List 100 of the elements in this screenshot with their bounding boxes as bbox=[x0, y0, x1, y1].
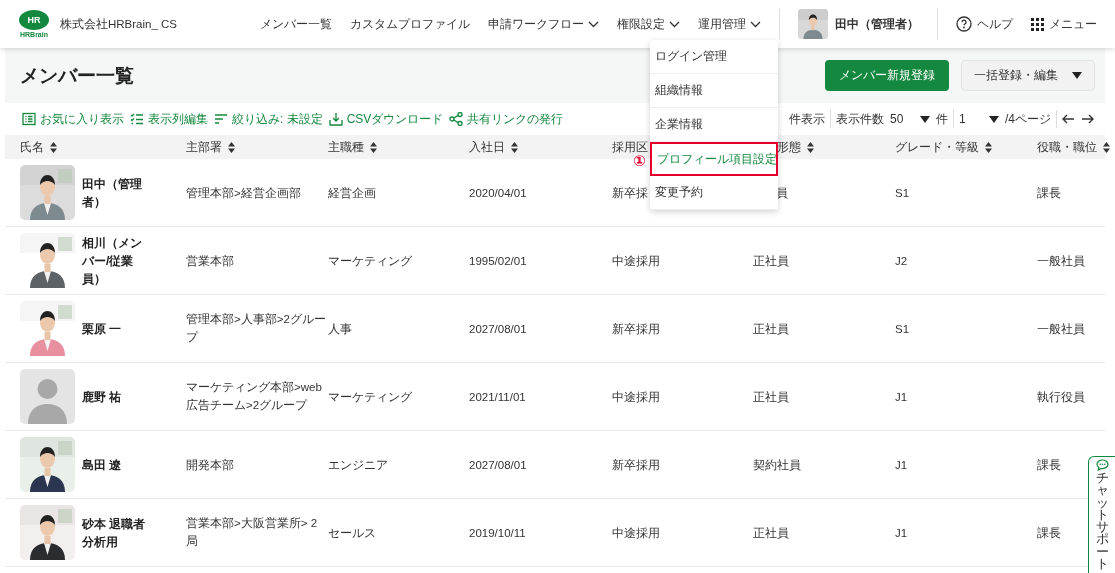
caret-icon bbox=[920, 115, 930, 123]
unit-label: 件 bbox=[935, 110, 949, 128]
menu-item[interactable]: 組織情報 bbox=[650, 74, 778, 108]
table-cell-text: 正社員 bbox=[753, 389, 790, 405]
company-name: 株式会社HRBrain_ CS bbox=[60, 16, 178, 32]
sort-icon[interactable] bbox=[985, 141, 992, 153]
table-cell-text: J1 bbox=[895, 389, 909, 405]
share-icon bbox=[449, 112, 464, 126]
table-cell-text: 人事 bbox=[328, 321, 353, 337]
table-cell-text: 正社員 bbox=[753, 525, 790, 541]
table-cell-text: 中途採用 bbox=[612, 253, 661, 269]
table-cell-text: 開発本部 bbox=[186, 457, 235, 473]
column-header[interactable]: 主職種 bbox=[328, 138, 364, 156]
member-name[interactable]: 相川（メンバー/従業員） bbox=[82, 233, 146, 288]
member-name[interactable]: 鹿野 祐 bbox=[82, 387, 146, 406]
table-cell-text: 一般社員 bbox=[1037, 321, 1086, 337]
table-cell-text: 正社員 bbox=[753, 321, 790, 337]
page-size-label: 表示件数 bbox=[835, 110, 885, 128]
sort-icon[interactable] bbox=[511, 141, 518, 153]
nav-link[interactable]: 権限設定 bbox=[617, 15, 680, 33]
menu-item[interactable]: ログイン管理 bbox=[650, 40, 778, 74]
table-cell-text: エンジニア bbox=[328, 457, 389, 473]
list-icon bbox=[22, 112, 36, 126]
chat-icon bbox=[1095, 459, 1109, 471]
caret-icon bbox=[989, 115, 999, 123]
table-cell-text: J2 bbox=[895, 253, 909, 269]
table-cell-text: 執行役員 bbox=[1037, 389, 1086, 405]
table-cell-text: 経営企画 bbox=[328, 185, 377, 201]
table-cell-text: 営業本部>大阪営業所> 2局 bbox=[186, 516, 319, 549]
grid-menu-icon bbox=[1031, 17, 1044, 31]
column-header[interactable]: 入社日 bbox=[469, 138, 505, 156]
menu-link[interactable]: メニュー bbox=[1031, 15, 1097, 33]
table-cell-text: 契約社員 bbox=[753, 457, 802, 473]
menu-item[interactable]: プロフィール項目設定 bbox=[650, 142, 778, 176]
table-cell-text: 課長 bbox=[1037, 457, 1062, 473]
table-cell-text: 中途採用 bbox=[612, 525, 661, 541]
page-title: メンバー一覧 bbox=[20, 63, 134, 88]
table-cell-text: マーケティング bbox=[328, 253, 413, 269]
caret-icon bbox=[1072, 72, 1082, 79]
table-cell-text: 営業本部 bbox=[186, 253, 235, 269]
nav-link[interactable]: メンバー一覧 bbox=[260, 15, 332, 33]
column-header[interactable]: 氏名 bbox=[20, 138, 44, 156]
table-cell-text: 中途採用 bbox=[612, 389, 661, 405]
table-cell-text: マーケティング本部>web広告チーム>2グループ bbox=[186, 380, 323, 413]
table-cell-text: 課長 bbox=[1037, 525, 1062, 541]
filter-icon bbox=[214, 112, 228, 126]
table-cell-text: J1 bbox=[895, 525, 909, 541]
chat-support-tab[interactable]: チャットサポート bbox=[1088, 456, 1115, 573]
page-size-select[interactable]: 50 bbox=[887, 112, 933, 126]
table-cell-text: 2027/08/01 bbox=[469, 457, 528, 473]
table-cell-text: 管理本部>人事部>2グループ bbox=[186, 312, 327, 345]
member-name[interactable]: 島田 遼 bbox=[82, 455, 146, 474]
user-name[interactable]: 田中（管理者） bbox=[835, 15, 919, 33]
toolbar-link[interactable]: CSVダウンロード bbox=[328, 110, 444, 128]
person-placeholder-icon bbox=[20, 369, 75, 424]
help-icon bbox=[956, 16, 972, 32]
sort-icon[interactable] bbox=[370, 141, 377, 153]
table-cell-text: セールス bbox=[328, 525, 377, 541]
page-count: /4ページ bbox=[1004, 110, 1052, 128]
toolbar-link[interactable]: お気に入り表示 bbox=[22, 110, 124, 128]
member-name[interactable]: 砂本 退職者分析用 bbox=[82, 514, 146, 551]
sort-icon[interactable] bbox=[807, 141, 814, 153]
table-cell-text: 員 bbox=[775, 185, 789, 201]
toolbar-link[interactable]: 絞り込み: 未設定 bbox=[214, 110, 323, 128]
table-cell-text: 一般社員 bbox=[1037, 253, 1086, 269]
menu-item[interactable]: 企業情報 bbox=[650, 108, 778, 142]
sort-icon[interactable] bbox=[228, 141, 235, 153]
checklist-icon bbox=[130, 112, 144, 126]
toolbar-link[interactable]: 共有リンクの発行 bbox=[449, 110, 564, 128]
table-cell-text: 新卒採 bbox=[612, 185, 649, 201]
table-cell-text: 2020/04/01 bbox=[469, 185, 528, 201]
toolbar-link[interactable]: 表示列編集 bbox=[130, 110, 208, 128]
table-cell-text: 2027/08/01 bbox=[469, 321, 528, 337]
menu-item[interactable]: 変更予約 bbox=[650, 176, 778, 210]
table-cell-text: S1 bbox=[895, 321, 911, 337]
column-header[interactable]: 役職・職位 bbox=[1037, 138, 1097, 156]
nav-link[interactable]: 運用管理 bbox=[698, 15, 761, 33]
table-cell-text: 新卒採用 bbox=[612, 321, 661, 337]
nav-link[interactable]: カスタムプロファイル bbox=[350, 15, 470, 33]
help-link[interactable]: ヘルプ bbox=[956, 15, 1013, 33]
column-header[interactable]: グレード・等級 bbox=[895, 138, 979, 156]
table-cell-text: J1 bbox=[895, 457, 909, 473]
page-select[interactable]: 1 bbox=[956, 112, 1002, 126]
table-cell-text: マーケティング bbox=[328, 389, 413, 405]
sort-icon[interactable] bbox=[50, 141, 57, 153]
range-label: 件表示 bbox=[788, 110, 826, 128]
table-cell-text: 管理本部>経営企画部 bbox=[186, 185, 302, 201]
column-header[interactable]: 主部署 bbox=[186, 138, 222, 156]
member-name[interactable]: 田中（管理者） bbox=[82, 174, 146, 211]
member-name[interactable]: 栗原 一 bbox=[82, 319, 146, 338]
table-cell-text: S1 bbox=[895, 185, 911, 201]
sort-icon[interactable] bbox=[1103, 141, 1110, 153]
download-icon bbox=[328, 112, 343, 126]
table-cell-text: 2019/10/11 bbox=[469, 525, 527, 541]
bulk-edit-button[interactable]: 一括登録・編集 bbox=[961, 60, 1095, 91]
nav-link[interactable]: 申請ワークフロー bbox=[488, 15, 599, 33]
table-cell-text: 正社員 bbox=[753, 253, 790, 269]
new-member-button[interactable]: メンバー新規登録 bbox=[825, 60, 949, 91]
table-cell-text: 1995/02/01 bbox=[469, 253, 528, 269]
table-cell-text: 2021/11/01 bbox=[469, 389, 527, 405]
